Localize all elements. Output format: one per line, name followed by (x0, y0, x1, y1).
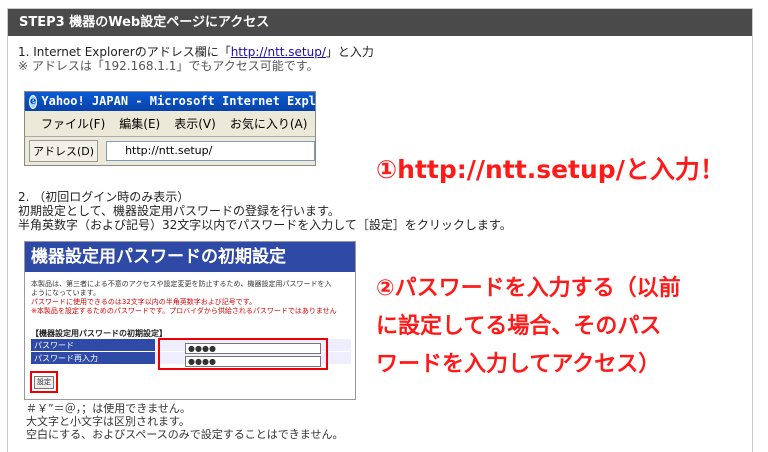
address-bar: アドレス(D) http://ntt.setup/ (25, 137, 315, 165)
menu-favorites[interactable]: お気に入り(A) (230, 115, 308, 132)
step1-suffix: 」と入力 (325, 45, 374, 59)
step1-text: 1. Internet Explorerのアドレス欄に「http://ntt.s… (18, 45, 374, 73)
password-rules: ＃￥”＝＠，；は使用できません。 大文字と小文字は区別されます。 空白にする、お… (26, 402, 343, 441)
ie-logo-icon: e (29, 94, 38, 109)
menu-view[interactable]: 表示(V) (174, 115, 216, 132)
rule-line: 大文字と小文字は区別されます。 (26, 415, 190, 428)
password-confirm-label: パスワード再入力 (31, 352, 155, 364)
highlight-password-fields (158, 338, 328, 370)
password-form-screenshot: 機器設定用パスワードの初期設定 本製品は、第三者による不意のアクセスや設定変更を… (24, 241, 356, 400)
setup-link[interactable]: http://ntt.setup/ (231, 45, 326, 59)
desc-line: パスワードに使用できるのは32文字以内の半角英数字および記号です。 (31, 298, 257, 306)
desc-line: ようになっています。 (31, 289, 100, 297)
callout2-line2: に設定してる場合、そのパス (376, 314, 662, 339)
highlight-set-button (30, 371, 58, 393)
step-header: STEP3 機器のWeb設定ページにアクセス (8, 9, 752, 36)
menu-file[interactable]: ファイル(F) (41, 115, 105, 132)
step2-line3: 半角英数字（および記号）32文字以内でパスワードを入力して［設定］をクリックしま… (18, 218, 512, 232)
step2-line2: 初期設定として、機器設定用パスワードの登録を行います。 (18, 204, 340, 218)
menu-edit[interactable]: 編集(E) (119, 115, 160, 132)
callout2-line3: ワードを入力してアクセス） (376, 352, 661, 377)
address-label: アドレス(D) (29, 140, 99, 162)
callout-enter-password: ②パスワードを入力する（以前 に設定してる場合、そのパス ワードを入力してアクセ… (376, 270, 681, 384)
callout2-line1: ②パスワードを入力する（以前 (376, 276, 681, 301)
step2-line1: 2. （初回ログイン時のみ表示） (18, 190, 190, 204)
password-form-title: 機器設定用パスワードの初期設定 (25, 242, 355, 272)
step1-prefix: 1. Internet Explorerのアドレス欄に「 (18, 45, 231, 59)
desc-line: ※本製品を設定するためのパスワードです。プロバイダから供給されるパスワードではあ… (31, 307, 337, 315)
step2-text: 2. （初回ログイン時のみ表示） 初期設定として、機器設定用パスワードの登録を行… (18, 190, 512, 232)
callout-enter-url: ①http://ntt.setup/と入力！ (376, 155, 725, 184)
browser-title: Yahoo! JAPAN - Microsoft Internet Explor… (41, 94, 316, 108)
step1-line: 1. Internet Explorerのアドレス欄に「http://ntt.s… (18, 45, 374, 59)
password-section-title: 【機器設定用パスワードの初期設定】 (31, 329, 167, 338)
address-input[interactable]: http://ntt.setup/ (106, 141, 315, 161)
browser-screenshot: e Yahoo! JAPAN - Microsoft Internet Expl… (24, 91, 316, 166)
browser-titlebar: e Yahoo! JAPAN - Microsoft Internet Expl… (25, 92, 315, 111)
desc-line: 本製品は、第三者による不意のアクセスや設定変更を防止するため、機器設定用パスワー… (31, 280, 332, 288)
browser-menubar: ファイル(F) 編集(E) 表示(V) お気に入り(A) ツ (25, 111, 315, 137)
rule-line: ＃￥”＝＠，；は使用できません。 (26, 402, 191, 415)
password-form-description: 本製品は、第三者による不意のアクセスや設定変更を防止するため、機器設定用パスワー… (25, 272, 355, 316)
step1-note: ※ アドレスは「192.168.1.1」でもアクセス可能です。 (18, 59, 319, 73)
password-label: パスワード (31, 339, 155, 351)
rule-line: 空白にする、およびスペースのみで設定することはできません。 (26, 428, 344, 441)
